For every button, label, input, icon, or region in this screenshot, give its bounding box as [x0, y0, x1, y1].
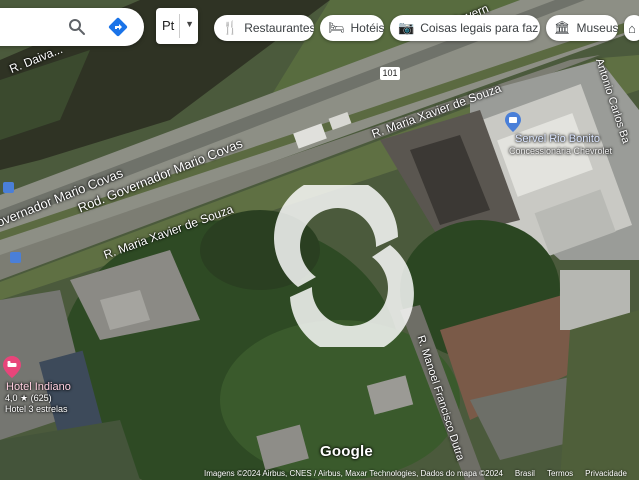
chip-things-to-do[interactable]: 📷 Coisas legais para faz… [390, 15, 540, 41]
search-icon[interactable] [68, 18, 86, 36]
search-bar[interactable] [0, 8, 144, 46]
more-chip-icon: ⌂ [628, 20, 636, 36]
loading-spinner-icon [274, 185, 414, 347]
google-logo: Google [320, 443, 373, 460]
fork-knife-icon: 🍴 [222, 20, 239, 35]
hotel-name[interactable]: Hotel Indiano [6, 381, 71, 393]
chip-label: Coisas legais para faz… [420, 21, 540, 35]
terms-link[interactable]: Termos [547, 469, 573, 478]
servel-subtitle: Concessionária Chevrolet [509, 146, 613, 156]
chip-label: Museus [576, 21, 618, 35]
language-value: Pt [162, 18, 175, 33]
camera-icon: 📷 [398, 20, 415, 35]
chip-restaurants[interactable]: 🍴 Restaurantes [214, 15, 314, 41]
chip-label: Restaurantes [244, 21, 314, 35]
chip-more[interactable]: ⌂ [624, 15, 639, 41]
bus-stop-icon[interactable] [10, 252, 21, 263]
bus-stop-icon[interactable] [3, 182, 14, 193]
highway-shield: 101 [380, 67, 400, 80]
hotel-class: Hotel 3 estrelas [5, 404, 68, 414]
country-label: Brasil [514, 468, 535, 478]
hotel-pin-icon [3, 356, 21, 378]
divider [179, 14, 180, 38]
privacy-link[interactable]: Privacidade [585, 469, 627, 478]
chip-label: Hotéis [350, 21, 384, 35]
imagery-credit: Imagens ©2024 Airbus, CNES / Airbus, Max… [204, 468, 503, 478]
hotel-rating: 4,0 ★ (625) [5, 393, 52, 403]
search-input[interactable] [8, 16, 62, 38]
hotel-poi[interactable] [3, 356, 21, 383]
museum-icon: 🏛 [554, 20, 571, 35]
bed-icon: 🛏 [328, 20, 345, 35]
chip-museums[interactable]: 🏛 Museus [546, 15, 618, 41]
chip-hotels[interactable]: 🛏 Hotéis [320, 15, 384, 41]
directions-icon[interactable] [108, 17, 128, 37]
car-dealer-pin-icon [505, 112, 521, 132]
language-select[interactable]: Pt ▼ [156, 8, 198, 44]
chevron-down-icon: ▼ [185, 19, 194, 29]
attribution-bar: Imagens ©2024 Airbus, CNES / Airbus, Max… [200, 466, 627, 480]
servel-name[interactable]: Servel Rio Bonito [515, 133, 600, 145]
